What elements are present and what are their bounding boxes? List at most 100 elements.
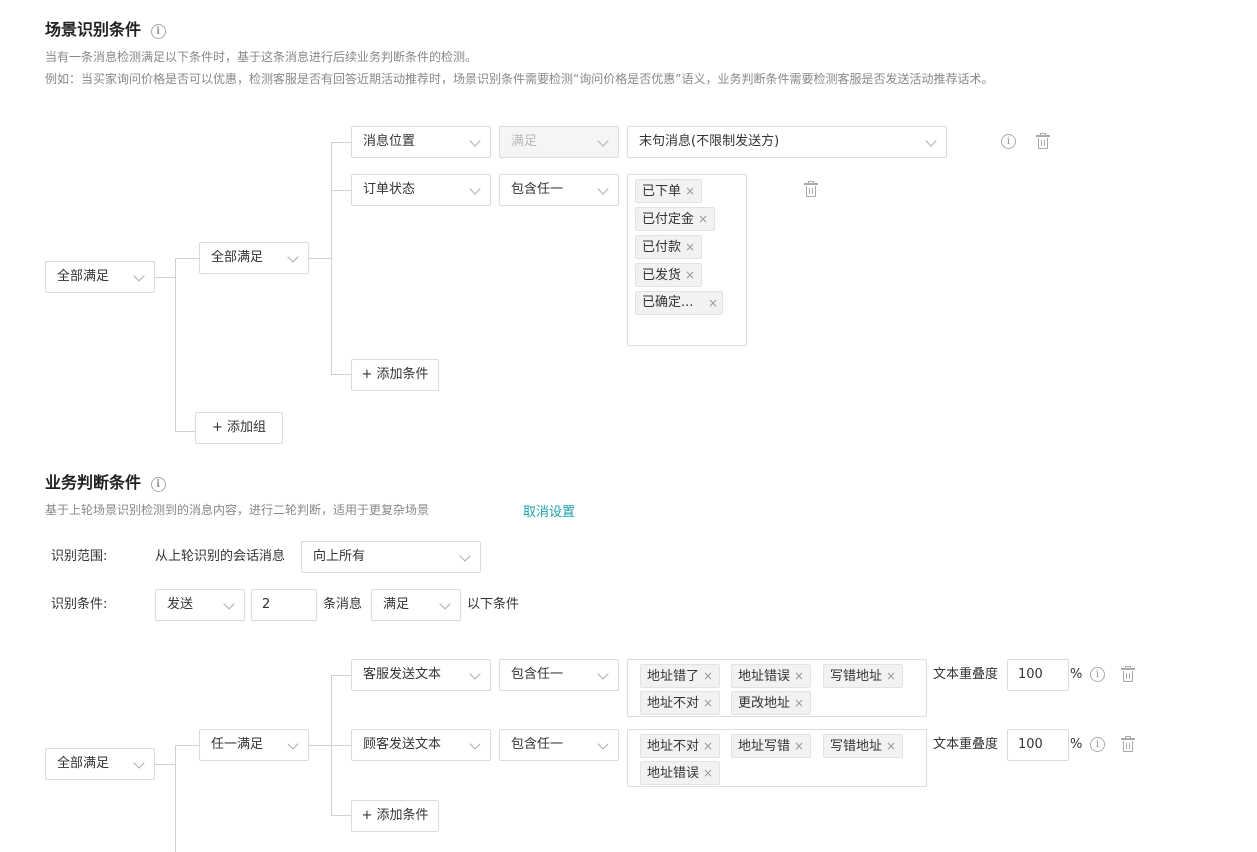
scene-group-mode-select[interactable]: 全部满足 [199, 242, 309, 274]
business-section-title: 业务判断条件 i [45, 473, 166, 493]
tree-line [155, 277, 175, 278]
select-value: 订单状态 [363, 182, 416, 197]
tag-label: 写错地址 [830, 739, 883, 754]
match-select[interactable]: 满足 [371, 589, 461, 621]
condition-value-select[interactable]: 末句消息(不限制发送方) [627, 126, 947, 158]
tag-label: 地址不对 [647, 739, 700, 754]
condition-field-select[interactable]: 客服发送文本 [351, 659, 491, 691]
close-icon[interactable]: × [703, 669, 713, 683]
info-icon[interactable]: i [1090, 667, 1105, 682]
tag-select-box[interactable]: 地址错了 × 地址错误 × 写错地址 × 地址不对 × 更改地址 × [627, 659, 927, 717]
close-icon[interactable]: × [708, 292, 718, 314]
add-group-button[interactable]: + 添加组 [195, 412, 283, 444]
overlap-label: 文本重叠度 [933, 737, 999, 752]
scene-example: 例如：当买家询问价格是否可以优惠，检测客服是否有回答近期活动推荐时，场景识别条件… [45, 72, 994, 86]
condition-operator-select[interactable]: 包含任一 [499, 174, 619, 206]
select-value: 客服发送文本 [363, 667, 442, 682]
business-root-mode-select[interactable]: 全部满足 [45, 748, 155, 780]
overlap-input[interactable]: 100 [1007, 659, 1069, 691]
condition-field-select[interactable]: 顾客发送文本 [351, 729, 491, 761]
select-value: 顾客发送文本 [363, 737, 442, 752]
tree-line [331, 142, 351, 143]
chevron-down-icon [133, 757, 145, 769]
close-icon[interactable]: × [703, 766, 713, 780]
cancel-setting-link[interactable]: 取消设置 [523, 501, 575, 520]
chevron-down-icon [287, 738, 299, 750]
condition-operator-select[interactable]: 包含任一 [499, 729, 619, 761]
scene-title-text: 场景识别条件 [45, 20, 142, 39]
select-value: 发送 [167, 597, 194, 612]
select-value: 末句消息(不限制发送方) [639, 134, 780, 149]
tree-line [331, 142, 332, 375]
chevron-down-icon [223, 598, 235, 610]
add-condition-button[interactable]: + 添加条件 [351, 359, 439, 391]
add-condition-button[interactable]: + 添加条件 [351, 800, 439, 832]
info-icon[interactable]: i [150, 24, 166, 39]
tag: 地址不对 × [640, 691, 721, 715]
tag: 写错地址 × [823, 734, 904, 758]
range-label: 识别范围: [51, 549, 108, 564]
info-icon[interactable]: i [150, 477, 166, 492]
close-icon[interactable]: × [685, 240, 695, 254]
close-icon[interactable]: × [794, 739, 804, 753]
close-icon[interactable]: × [698, 212, 708, 226]
tag: 地址错误 × [640, 761, 721, 785]
condition-field-select[interactable]: 订单状态 [351, 174, 491, 206]
overlap-input[interactable]: 100 [1007, 729, 1069, 761]
trash-icon[interactable] [1036, 133, 1050, 150]
chevron-down-icon [469, 668, 481, 680]
scene-root-mode-select[interactable]: 全部满足 [45, 261, 155, 293]
tag: 地址写错 × [731, 734, 812, 758]
close-icon[interactable]: × [703, 696, 713, 710]
info-icon[interactable]: i [1001, 134, 1016, 149]
close-icon[interactable]: × [886, 669, 896, 683]
range-select[interactable]: 向上所有 [301, 541, 481, 573]
info-icon[interactable]: i [1090, 737, 1105, 752]
tag: 已下单 × [635, 179, 703, 203]
tree-line [331, 815, 351, 816]
condition-suffix: 以下条件 [467, 597, 520, 612]
tag-label: 已付款 [642, 240, 682, 255]
chevron-down-icon [459, 550, 471, 562]
trash-icon[interactable] [1121, 736, 1135, 753]
tree-line [175, 431, 195, 432]
scene-description: 当有一条消息检测满足以下条件时，基于这条消息进行后续业务判断条件的检测。 [45, 50, 478, 64]
message-count-input[interactable]: 2 [251, 589, 317, 621]
tree-line [331, 745, 351, 746]
select-value: 满足 [511, 134, 538, 149]
business-description: 基于上轮场景识别检测到的消息内容，进行二轮判断，适用于更复杂场景 [45, 502, 429, 518]
tag-label: 地址错了 [647, 669, 700, 684]
trash-icon[interactable] [1121, 666, 1135, 683]
tag-select-box[interactable]: 地址不对 × 地址写错 × 写错地址 × 地址错误 × [627, 729, 927, 787]
trash-icon[interactable] [804, 181, 818, 198]
close-icon[interactable]: × [794, 696, 804, 710]
tag-select-box[interactable]: 已下单 × 已付定金 × 已付款 × 已发货 × 已确定... × [627, 174, 747, 346]
select-value: 包含任一 [511, 182, 564, 197]
close-icon[interactable]: × [703, 739, 713, 753]
close-icon[interactable]: × [685, 184, 695, 198]
condition-operator-select[interactable]: 包含任一 [499, 659, 619, 691]
range-prefix: 从上轮识别的会话消息 [155, 549, 286, 564]
chevron-down-icon [597, 183, 609, 195]
tag-label: 已下单 [642, 184, 682, 199]
tree-line [331, 190, 351, 191]
business-group-mode-select[interactable]: 任一满足 [199, 729, 309, 761]
chevron-down-icon [597, 135, 609, 147]
tree-line [331, 675, 351, 676]
tag: 已付款 × [635, 235, 703, 259]
tree-line [331, 374, 351, 375]
condition-field-select[interactable]: 消息位置 [351, 126, 491, 158]
select-value: 满足 [383, 597, 410, 612]
send-select[interactable]: 发送 [155, 589, 245, 621]
select-value: 任一满足 [211, 737, 264, 752]
tag-label: 已确定... [642, 295, 694, 310]
chevron-down-icon [133, 270, 145, 282]
percent-sign: % [1070, 737, 1083, 752]
select-value: 包含任一 [511, 737, 564, 752]
tree-line [175, 258, 176, 432]
percent-sign: % [1070, 667, 1083, 682]
close-icon[interactable]: × [794, 669, 804, 683]
close-icon[interactable]: × [886, 739, 896, 753]
tag-label: 写错地址 [830, 669, 883, 684]
close-icon[interactable]: × [685, 268, 695, 282]
